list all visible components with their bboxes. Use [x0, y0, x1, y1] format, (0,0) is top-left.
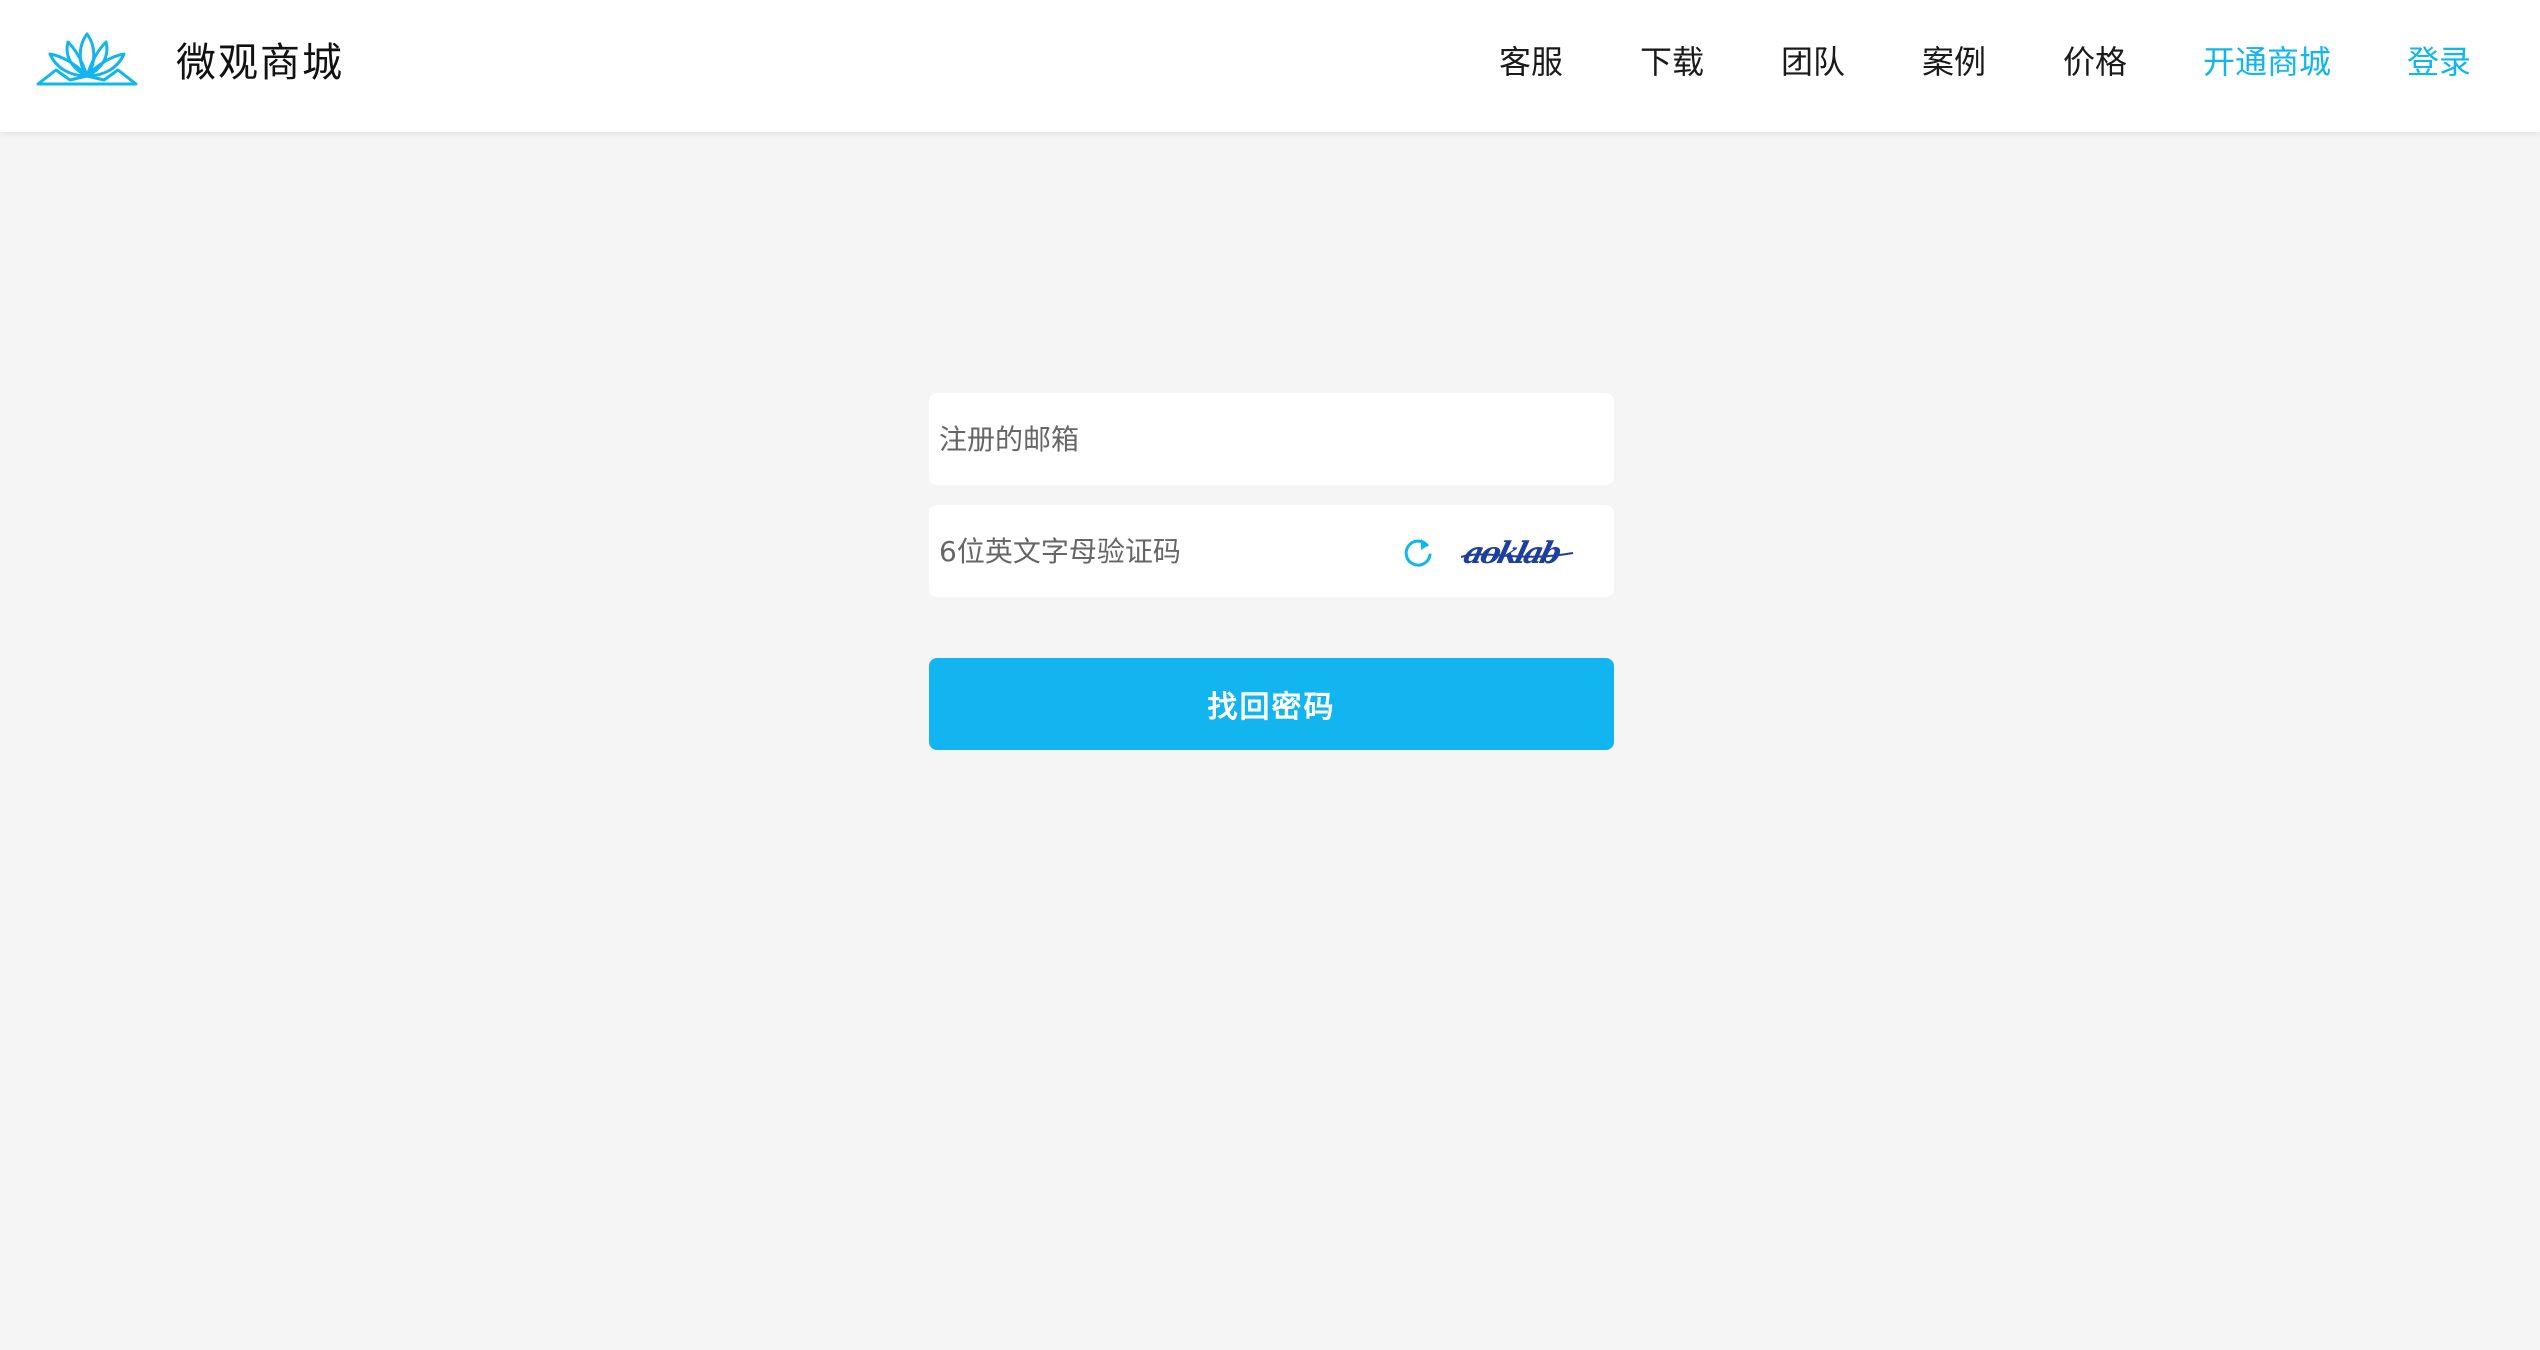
nav-item-pricing[interactable]: 价格: [2063, 40, 2127, 84]
captcha-input[interactable]: [939, 505, 1379, 597]
nav-item-download[interactable]: 下载: [1640, 40, 1704, 84]
top-header: 微观商城 客服 下载 团队 案例 价格 开通商城 登录: [0, 0, 2540, 132]
email-field-box: [929, 393, 1614, 485]
main-nav: 客服 下载 团队 案例 价格 开通商城 登录: [0, 0, 2540, 132]
nav-item-open-store[interactable]: 开通商城: [2203, 40, 2331, 84]
captcha-image[interactable]: aoklab: [1457, 527, 1577, 575]
nav-item-team[interactable]: 团队: [1781, 40, 1845, 84]
email-input[interactable]: [939, 393, 1599, 485]
nav-item-login[interactable]: 登录: [2407, 40, 2471, 84]
nav-item-cases[interactable]: 案例: [1922, 40, 1986, 84]
captcha-field-box: aoklab: [929, 505, 1614, 597]
captcha-text: aoklab: [1460, 535, 1565, 570]
recover-password-button[interactable]: 找回密码: [929, 658, 1614, 750]
nav-item-service[interactable]: 客服: [1499, 40, 1563, 84]
refresh-icon[interactable]: [1401, 535, 1435, 569]
